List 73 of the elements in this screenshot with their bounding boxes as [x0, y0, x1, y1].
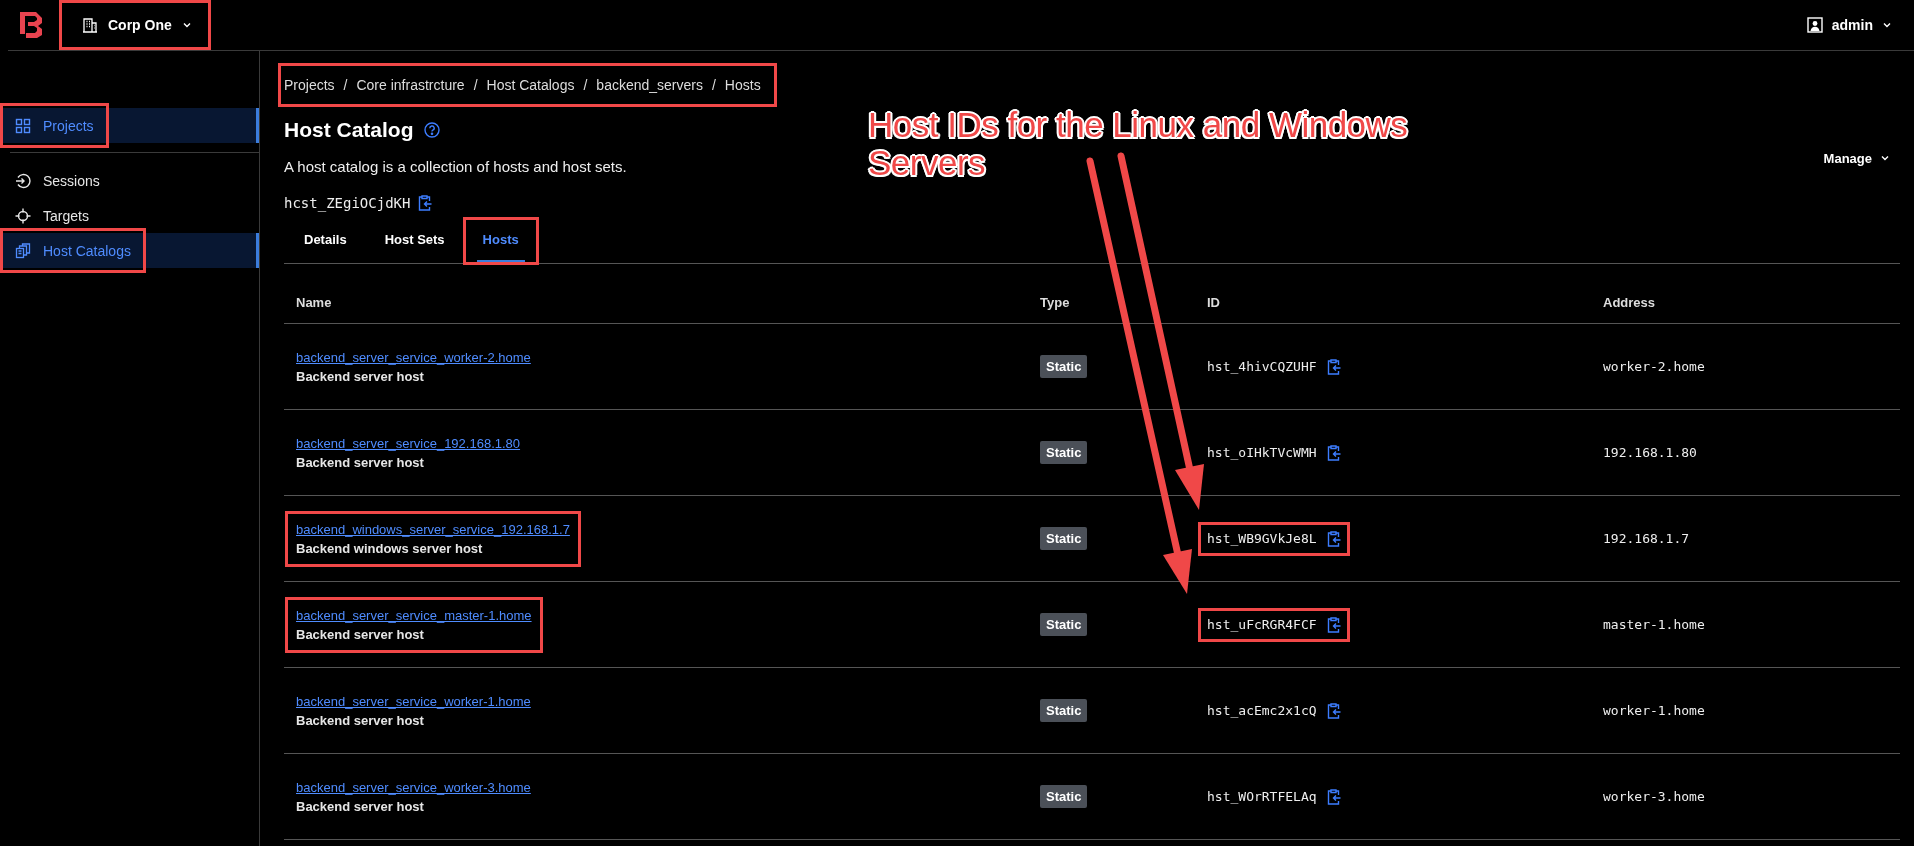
column-header: Address — [1603, 295, 1657, 312]
sidebar-item[interactable]: Sessions — [0, 163, 259, 198]
breadcrumb-link[interactable]: Hosts — [724, 77, 761, 93]
crosshair-icon — [15, 207, 31, 224]
copy-icon[interactable] — [418, 195, 433, 211]
type-badge: Static — [1040, 355, 1088, 378]
copy-icon[interactable] — [1326, 788, 1341, 805]
host-id: hst_acEmc2x1cQ — [1207, 703, 1317, 718]
host-description: Backend server host — [296, 712, 425, 728]
page-title: Host Catalog — [284, 118, 414, 142]
copy-icon[interactable] — [1326, 702, 1341, 719]
stacked-pages-icon — [15, 242, 31, 259]
host-link[interactable]: backend_windows_server_service_192.168.1.7 — [296, 521, 570, 537]
host-description: Backend windows server host — [296, 540, 484, 556]
host-description: Backend server host — [296, 626, 425, 642]
tab[interactable]: Host Sets — [366, 219, 463, 263]
breadcrumb-link[interactable]: Host Catalogs — [486, 77, 575, 93]
host-link[interactable]: backend_server_service_192.168.1.80 — [296, 435, 521, 451]
host-address: 192.168.1.7 — [1603, 531, 1690, 546]
copy-icon[interactable] — [1326, 530, 1341, 547]
host-description: Backend server host — [296, 368, 425, 384]
column-header: Name — [296, 295, 333, 312]
host-id: hst_4hivCQZUHF — [1207, 359, 1317, 374]
host-id: hst_WB9GVkJe8L — [1207, 531, 1317, 546]
page-description: A host catalog is a collection of hosts and host sets. — [284, 157, 627, 175]
type-badge: Static — [1040, 785, 1088, 808]
chevron-down-icon — [1882, 20, 1892, 30]
building-icon — [82, 17, 98, 33]
chevron-down-icon — [181, 20, 192, 30]
host-address: worker-1.home — [1603, 703, 1705, 718]
user-menu[interactable]: admin — [1800, 16, 1898, 34]
tab[interactable]: Details — [286, 219, 365, 263]
breadcrumb-separator: / — [711, 77, 716, 93]
host-link[interactable]: backend_server_service_worker-3.home — [296, 779, 531, 795]
breadcrumb-link[interactable]: Core infrastrcture — [356, 77, 465, 93]
copy-icon[interactable] — [1326, 444, 1341, 461]
host-link[interactable]: backend_server_service_worker-2.home — [296, 349, 531, 365]
host-id: hst_WOrRTFELAq — [1207, 789, 1317, 804]
user-icon — [1806, 17, 1823, 33]
breadcrumb-separator: / — [343, 77, 348, 93]
column-header: Type — [1040, 295, 1071, 312]
org-selector[interactable]: Corp One — [64, 5, 206, 45]
type-badge: Static — [1040, 527, 1088, 550]
host-link[interactable]: backend_server_service_worker-1.home — [296, 693, 531, 709]
logo-icon — [18, 10, 44, 40]
host-address: worker-3.home — [1603, 789, 1705, 804]
type-badge: Static — [1040, 441, 1088, 464]
catalog-id: hcst_ZEgiOCjdKH — [284, 195, 411, 211]
sign-in-icon — [15, 172, 31, 189]
host-link[interactable]: backend_server_service_master-1.home — [296, 607, 532, 623]
host-address: 192.168.1.80 — [1603, 445, 1697, 460]
column-header: ID — [1207, 295, 1221, 312]
breadcrumb-link[interactable]: Projects — [284, 77, 335, 93]
breadcrumb-link[interactable]: backend_servers — [596, 77, 703, 93]
tab[interactable]: Hosts — [464, 219, 537, 263]
sidebar-item[interactable]: Targets — [0, 198, 259, 233]
breadcrumb-separator: / — [473, 77, 478, 93]
breadcrumb-separator: / — [583, 77, 588, 93]
host-address: master-1.home — [1603, 617, 1705, 632]
grid-icon — [15, 117, 31, 134]
host-id: hst_uFcRGR4FCF — [1207, 617, 1317, 632]
manage-dropdown[interactable]: Manage — [1817, 149, 1896, 167]
copy-icon[interactable] — [1326, 616, 1341, 633]
host-id: hst_oIHkTVcWMH — [1207, 445, 1317, 460]
help-icon[interactable] — [423, 122, 440, 138]
chevron-down-icon — [1880, 153, 1890, 163]
annotation-text: Host IDs for the Linux and Windows Servers — [868, 106, 1409, 182]
copy-icon[interactable] — [1326, 358, 1341, 375]
type-badge: Static — [1040, 613, 1088, 636]
host-description: Backend server host — [296, 798, 425, 814]
host-description: Backend server host — [296, 454, 425, 470]
type-badge: Static — [1040, 699, 1088, 722]
host-address: worker-2.home — [1603, 359, 1705, 374]
